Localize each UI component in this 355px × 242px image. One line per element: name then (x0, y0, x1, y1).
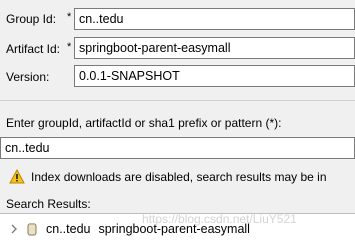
search-input[interactable]: cn..tedu (0, 137, 355, 159)
warning-icon (9, 169, 25, 184)
section-divider (0, 100, 355, 101)
warning-text: Index downloads are disabled, search res… (31, 170, 327, 184)
artifact-id-field[interactable]: springboot-parent-easymall (74, 37, 355, 59)
search-results-list[interactable]: cn..tedu springboot-parent-easymall (0, 213, 355, 242)
group-id-field[interactable]: cn..tedu (74, 8, 355, 30)
jar-icon (27, 223, 37, 236)
search-prompt-label: Enter groupId, artifactId or sha1 prefix… (6, 116, 282, 130)
version-field[interactable]: 0.0.1-SNAPSHOT (74, 65, 355, 87)
artifact-id-required-mark: * (67, 41, 72, 53)
result-item[interactable]: cn..tedu springboot-parent-easymall (8, 220, 250, 238)
chevron-right-icon[interactable] (8, 223, 20, 235)
result-artifact-id: springboot-parent-easymall (98, 222, 250, 236)
search-results-title: Search Results: (6, 197, 91, 211)
result-group-id: cn..tedu (46, 222, 91, 236)
group-id-label: Group Id: (6, 12, 57, 26)
version-label: Version: (6, 70, 50, 84)
group-id-required-mark: * (67, 11, 72, 23)
artifact-id-label: Artifact Id: (6, 42, 61, 56)
